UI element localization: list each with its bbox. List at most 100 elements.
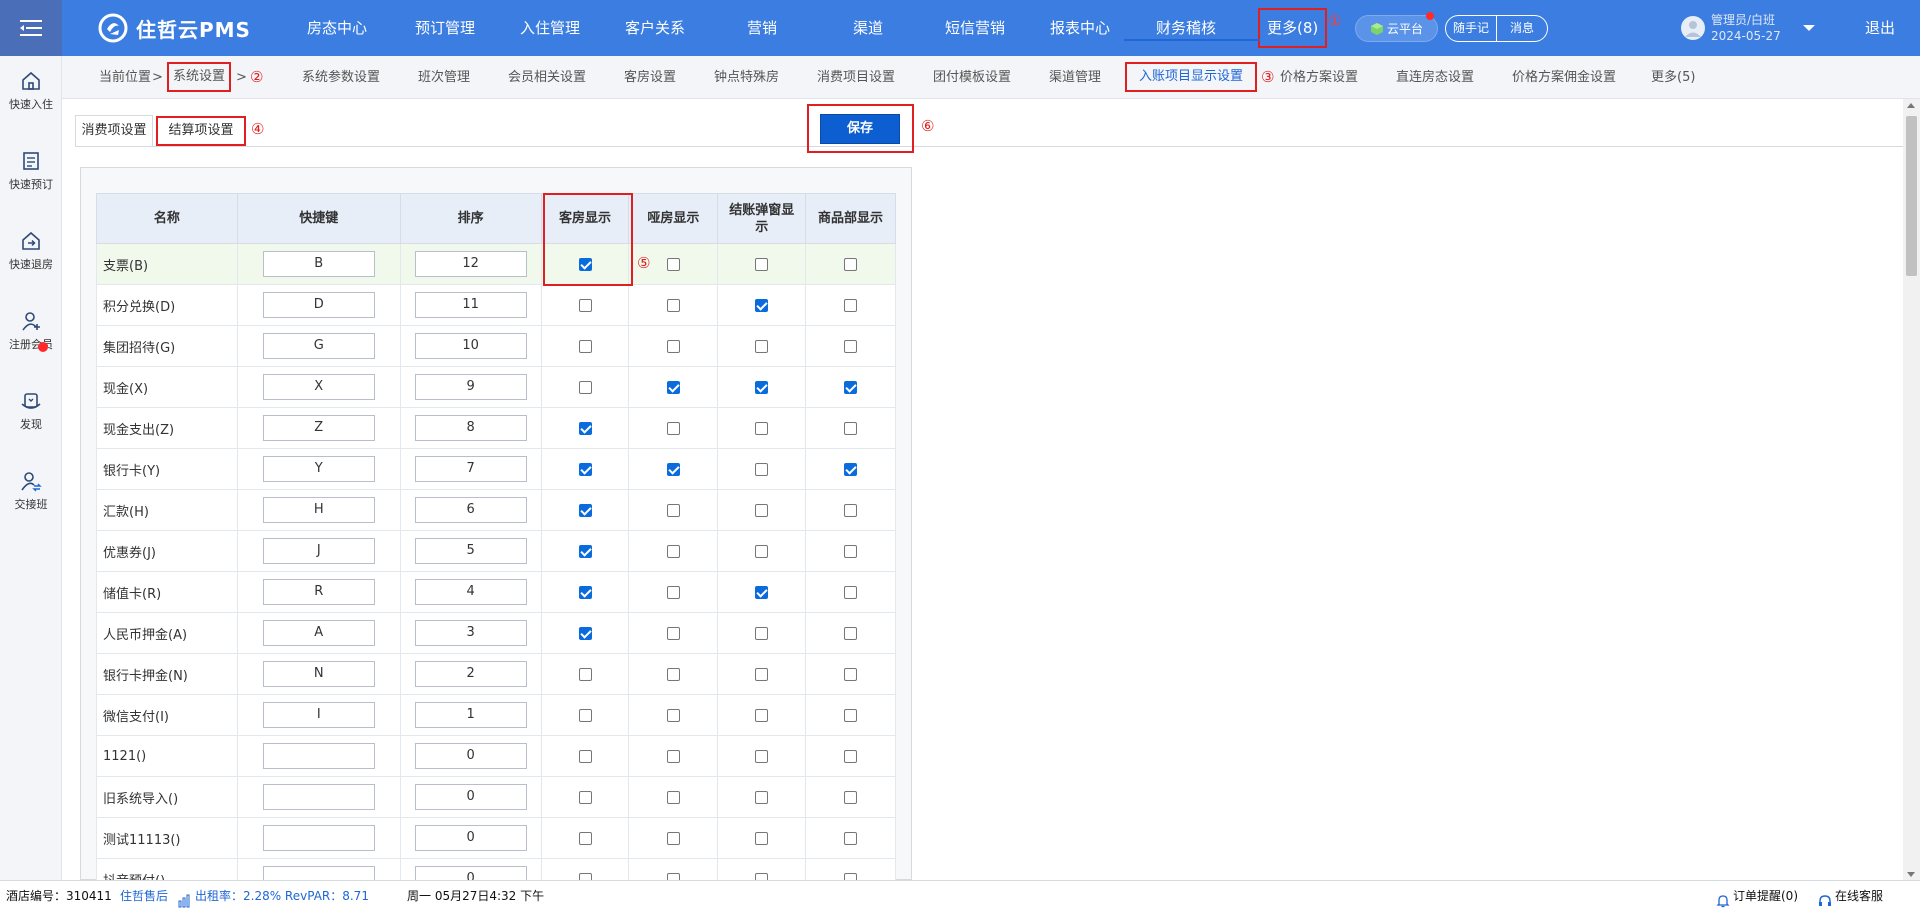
nav-room-status[interactable]: 房态中心 <box>300 0 374 56</box>
brand-logo[interactable]: 住哲云PMS <box>98 12 251 44</box>
scrollbar-thumb[interactable] <box>1906 116 1917 276</box>
subnav-direct-room-status[interactable]: 直连房态设置 <box>1396 56 1474 99</box>
avatar[interactable] <box>1681 16 1705 40</box>
logout-button[interactable]: 退出 <box>1865 0 1895 56</box>
shortcut-input[interactable] <box>262 825 375 851</box>
room-display-checkbox[interactable] <box>578 421 592 435</box>
order-input[interactable]: 6 <box>414 497 527 523</box>
room-display-checkbox[interactable] <box>578 585 592 599</box>
quick-notes-button[interactable]: 随手记 <box>1446 16 1497 41</box>
checkout-popup-display-checkbox[interactable] <box>755 421 769 435</box>
sidebar-item-quick-booking[interactable]: 快速预订 <box>0 136 62 206</box>
order-input[interactable]: 11 <box>414 292 527 318</box>
dummy-display-checkbox[interactable] <box>666 462 680 476</box>
shortcut-input[interactable]: Z <box>262 415 375 441</box>
room-display-checkbox[interactable] <box>578 380 592 394</box>
order-input[interactable]: 3 <box>414 620 527 646</box>
nav-marketing[interactable]: 营销 <box>737 0 787 56</box>
order-input[interactable]: 0 <box>414 743 527 769</box>
shortcut-input[interactable]: B <box>262 251 375 277</box>
subnav-more[interactable]: 更多(5) <box>1651 56 1695 99</box>
checkout-popup-display-checkbox[interactable] <box>755 257 769 271</box>
tab-settlement-items[interactable]: 结算项设置 <box>156 116 246 146</box>
checkout-popup-display-checkbox[interactable] <box>755 749 769 763</box>
dummy-display-checkbox[interactable] <box>666 790 680 804</box>
subnav-channel-management[interactable]: 渠道管理 <box>1049 56 1101 99</box>
dummy-display-checkbox[interactable] <box>666 257 680 271</box>
order-alert-link[interactable]: 订单提醒(0) <box>1733 881 1798 911</box>
nav-sms-marketing[interactable]: 短信营销 <box>938 0 1012 56</box>
shop-display-checkbox[interactable] <box>844 831 858 845</box>
room-display-checkbox[interactable] <box>578 462 592 476</box>
shortcut-input[interactable]: J <box>262 538 375 564</box>
checkout-popup-display-checkbox[interactable] <box>755 667 769 681</box>
shop-display-checkbox[interactable] <box>844 380 858 394</box>
shortcut-input[interactable] <box>262 784 375 810</box>
shortcut-input[interactable]: N <box>262 661 375 687</box>
dummy-display-checkbox[interactable] <box>666 626 680 640</box>
chevron-down-icon[interactable] <box>1803 25 1815 31</box>
dummy-display-checkbox[interactable] <box>666 339 680 353</box>
dummy-display-checkbox[interactable] <box>666 544 680 558</box>
shop-display-checkbox[interactable] <box>844 626 858 640</box>
room-display-checkbox[interactable] <box>578 749 592 763</box>
nav-channel[interactable]: 渠道 <box>843 0 893 56</box>
nav-reservation[interactable]: 预订管理 <box>408 0 482 56</box>
shop-display-checkbox[interactable] <box>844 790 858 804</box>
shop-display-checkbox[interactable] <box>844 462 858 476</box>
shop-display-checkbox[interactable] <box>844 503 858 517</box>
room-display-checkbox[interactable] <box>578 298 592 312</box>
dummy-display-checkbox[interactable] <box>666 298 680 312</box>
online-service-link[interactable]: 在线客服 <box>1835 881 1883 911</box>
checkout-popup-display-checkbox[interactable] <box>755 380 769 394</box>
room-display-checkbox[interactable] <box>578 831 592 845</box>
subnav-posting-display-settings[interactable]: 入账项目显示设置 <box>1125 62 1258 92</box>
shortcut-input[interactable] <box>262 743 375 769</box>
cloud-platform-button[interactable]: 云平台 <box>1355 15 1438 42</box>
checkout-popup-display-checkbox[interactable] <box>755 626 769 640</box>
dummy-display-checkbox[interactable] <box>666 831 680 845</box>
shop-display-checkbox[interactable] <box>844 749 858 763</box>
menu-toggle-button[interactable] <box>0 0 62 56</box>
subnav-group-templates[interactable]: 团付模板设置 <box>933 56 1011 99</box>
room-display-checkbox[interactable] <box>578 790 592 804</box>
shop-display-checkbox[interactable] <box>844 298 858 312</box>
nav-checkin[interactable]: 入住管理 <box>513 0 587 56</box>
dummy-display-checkbox[interactable] <box>666 421 680 435</box>
shortcut-input[interactable]: Y <box>262 456 375 482</box>
shop-display-checkbox[interactable] <box>844 421 858 435</box>
dummy-display-checkbox[interactable] <box>666 380 680 394</box>
after-sale-link[interactable]: 住哲售后 <box>120 881 168 911</box>
order-input[interactable]: 8 <box>414 415 527 441</box>
nav-finance-audit[interactable]: 财务稽核 <box>1149 0 1223 56</box>
subnav-hourly-rooms[interactable]: 钟点特殊房 <box>714 56 779 99</box>
room-display-checkbox[interactable] <box>578 544 592 558</box>
sidebar-item-quick-checkin[interactable]: 快速入住 <box>0 56 62 126</box>
room-display-checkbox[interactable] <box>578 667 592 681</box>
dummy-display-checkbox[interactable] <box>666 708 680 722</box>
sidebar-item-quick-checkout[interactable]: 快速退房 <box>0 216 62 286</box>
checkout-popup-display-checkbox[interactable] <box>755 585 769 599</box>
shop-display-checkbox[interactable] <box>844 585 858 599</box>
sidebar-item-discover[interactable]: 发现 <box>0 376 62 446</box>
breadcrumb-system-settings[interactable]: 系统设置 <box>167 62 232 92</box>
scroll-up-arrow-icon[interactable] <box>1907 103 1915 108</box>
room-display-checkbox[interactable] <box>578 503 592 517</box>
order-input[interactable]: 10 <box>414 333 527 359</box>
subnav-shift-management[interactable]: 班次管理 <box>418 56 470 99</box>
checkout-popup-display-checkbox[interactable] <box>755 298 769 312</box>
shortcut-input[interactable]: R <box>262 579 375 605</box>
nav-crm[interactable]: 客户关系 <box>618 0 692 56</box>
dummy-display-checkbox[interactable] <box>666 749 680 763</box>
dummy-display-checkbox[interactable] <box>666 503 680 517</box>
shortcut-input[interactable]: A <box>262 620 375 646</box>
order-input[interactable]: 7 <box>414 456 527 482</box>
nav-more-button[interactable]: 更多(8) <box>1258 8 1328 48</box>
checkout-popup-display-checkbox[interactable] <box>755 462 769 476</box>
shop-display-checkbox[interactable] <box>844 708 858 722</box>
shop-display-checkbox[interactable] <box>844 257 858 271</box>
order-input[interactable]: 4 <box>414 579 527 605</box>
subnav-system-params[interactable]: 系统参数设置 <box>302 56 380 99</box>
subnav-price-commission[interactable]: 价格方案佣金设置 <box>1512 56 1616 99</box>
shortcut-input[interactable]: H <box>262 497 375 523</box>
